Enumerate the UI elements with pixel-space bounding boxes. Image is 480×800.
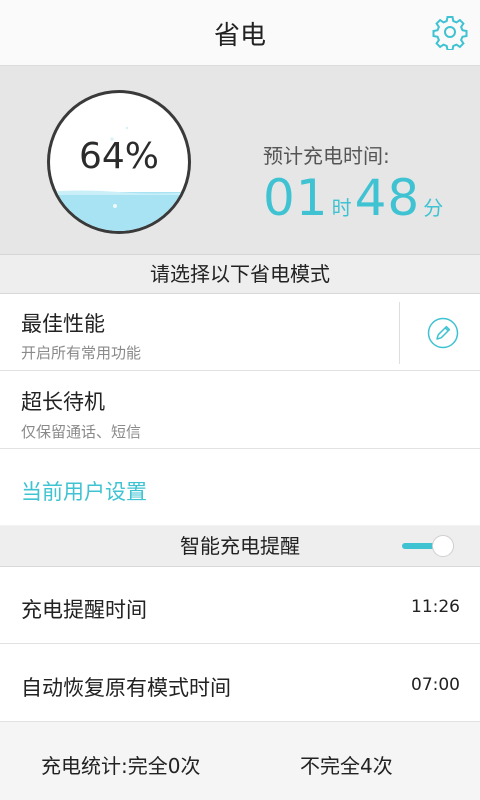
setting-value: 11:26 — [411, 597, 460, 617]
charge-statistics: 充电统计:完全0次 不完全4次 — [0, 722, 480, 800]
restore-mode-time-row[interactable]: 自动恢复原有模式时间 07:00 — [0, 644, 480, 722]
smart-charge-title: 智能充电提醒 — [180, 534, 300, 558]
charge-hours-unit: 时 — [331, 196, 352, 220]
smart-charge-header: 智能充电提醒 — [0, 526, 480, 567]
current-user-settings-label: 当前用户设置 — [21, 480, 147, 504]
charge-time-value: 01 时48 分 — [263, 169, 446, 227]
current-user-settings[interactable]: 当前用户设置 — [0, 449, 480, 525]
mode-section-title: 请选择以下省电模式 — [150, 262, 330, 286]
mode-subtitle: 开启所有常用功能 — [21, 344, 142, 362]
mode-long-standby[interactable]: 超长待机 仅保留通话、短信 — [0, 371, 480, 449]
partial-charge-count: 不完全4次 — [300, 754, 393, 778]
title-bar: 省电 — [0, 0, 480, 66]
page-title: 省电 — [213, 21, 266, 51]
charge-time-label: 预计充电时间: — [263, 144, 390, 168]
full-charge-count: 充电统计:完全0次 — [41, 754, 201, 778]
charge-reminder-time-row[interactable]: 充电提醒时间 11:26 — [0, 567, 480, 644]
battery-panel: 64% 预计充电时间: 01 时48 分 — [0, 66, 480, 255]
edit-icon[interactable] — [427, 317, 459, 349]
charge-minutes: 48 — [354, 169, 421, 227]
charge-hours: 01 — [263, 169, 329, 227]
gear-icon[interactable] — [432, 14, 468, 50]
mode-title: 超长待机 — [21, 390, 105, 414]
mode-title: 最佳性能 — [21, 312, 105, 336]
mode-section-header: 请选择以下省电模式 — [0, 255, 480, 294]
divider — [399, 302, 400, 364]
setting-label: 自动恢复原有模式时间 — [21, 676, 231, 700]
smart-charge-toggle[interactable] — [400, 534, 456, 558]
setting-value: 07:00 — [411, 675, 460, 695]
mode-subtitle: 仅保留通话、短信 — [21, 423, 142, 441]
battery-percentage: 64% — [78, 136, 159, 177]
charge-minutes-unit: 分 — [423, 196, 444, 220]
setting-label: 充电提醒时间 — [21, 598, 147, 622]
mode-best-performance[interactable]: 最佳性能 开启所有常用功能 — [0, 294, 480, 371]
